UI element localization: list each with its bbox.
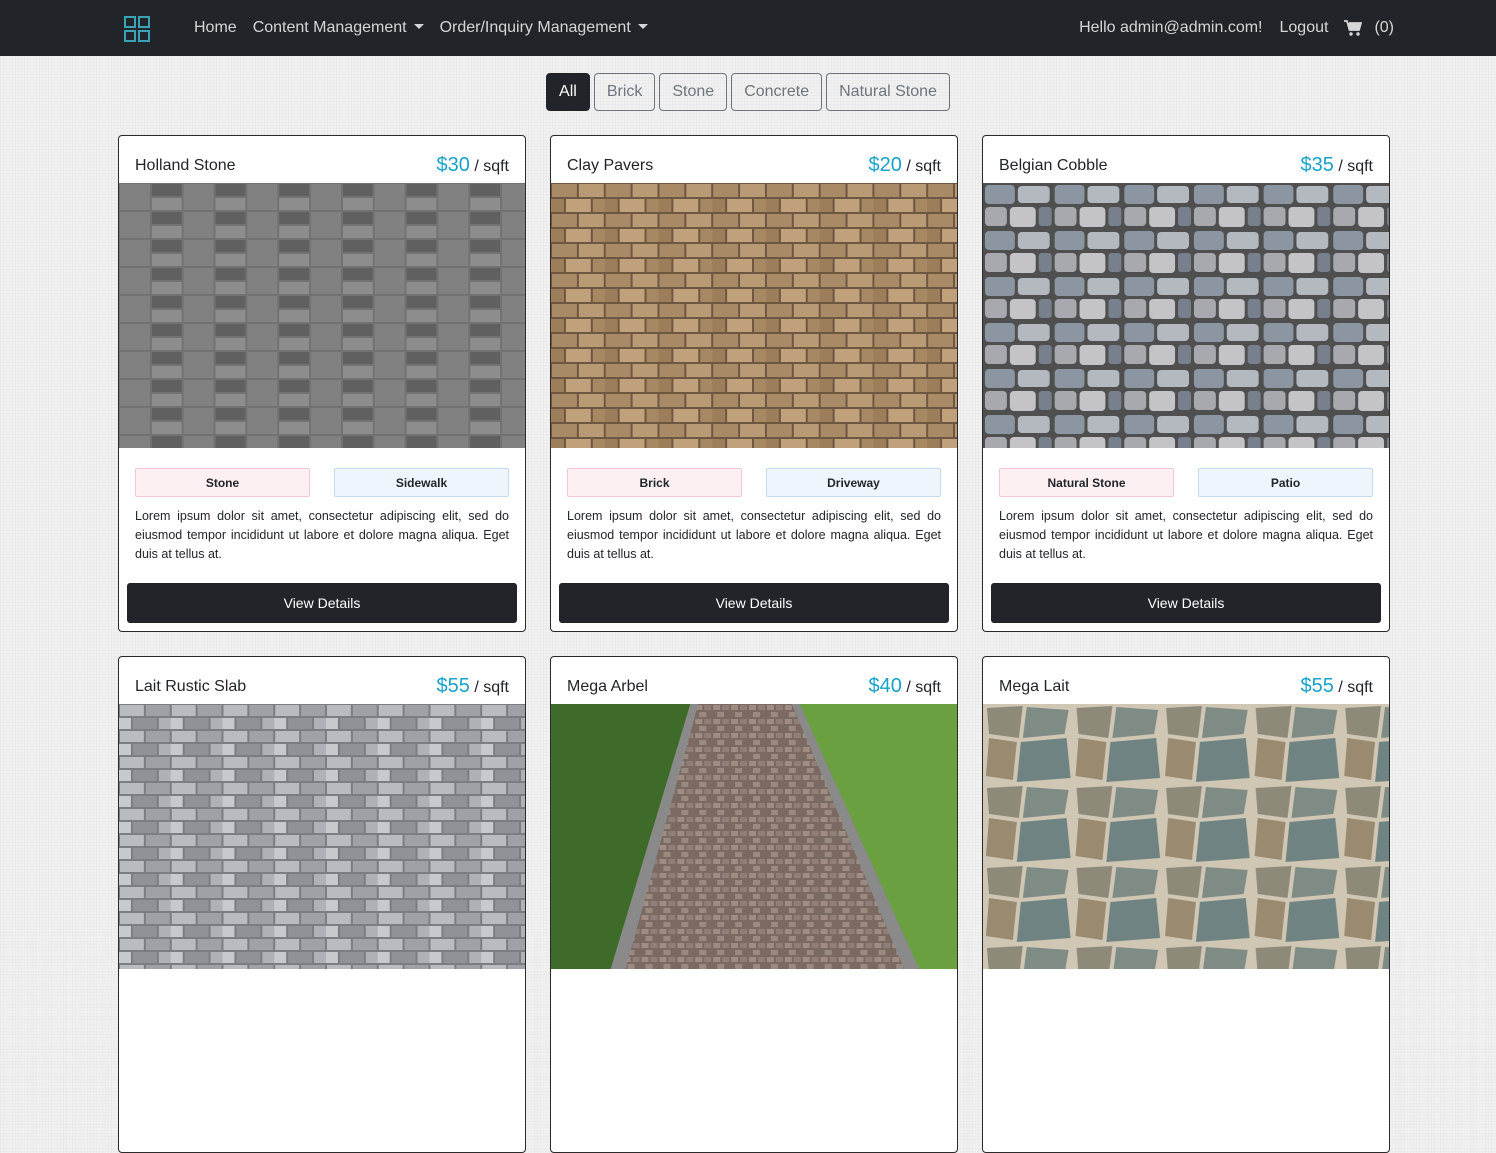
product-card: Clay Pavers $20 / sqft Brick Driveway Lo…: [550, 135, 958, 632]
product-tags: Brick Driveway: [551, 448, 957, 497]
card-header: Clay Pavers $20 / sqft: [551, 136, 957, 183]
logout-link[interactable]: Logout: [1280, 19, 1329, 37]
top-navbar: Home Content Management Order/Inquiry Ma…: [0, 0, 1496, 56]
product-image[interactable]: [551, 704, 957, 969]
product-price: $55 / sqft: [437, 675, 510, 698]
product-name: Belgian Cobble: [999, 157, 1108, 174]
chevron-down-icon: [637, 24, 648, 29]
nav-content-management-dropdown[interactable]: Content Management: [245, 19, 432, 37]
price-amount: $40: [868, 675, 902, 697]
product-card: Belgian Cobble $35 / sqft Natural Stone …: [982, 135, 1390, 632]
price-unit: / sqft: [901, 679, 941, 696]
product-name: Clay Pavers: [567, 157, 654, 174]
chevron-down-icon: [413, 24, 424, 29]
product-price: $30 / sqft: [437, 154, 510, 177]
price-amount: $55: [436, 675, 470, 697]
product-tags: Natural Stone Patio: [983, 448, 1389, 497]
product-image[interactable]: [119, 183, 525, 448]
product-price: $40 / sqft: [869, 675, 942, 698]
product-name: Mega Lait: [999, 678, 1070, 695]
filter-all-button[interactable]: All: [546, 73, 590, 111]
card-header: Mega Lait $55 / sqft: [983, 657, 1389, 704]
card-header: Mega Arbel $40 / sqft: [551, 657, 957, 704]
product-card: Mega Arbel $40 / sqft: [550, 656, 958, 1153]
price-unit: / sqft: [1333, 679, 1373, 696]
filter-stone-button[interactable]: Stone: [659, 73, 728, 111]
product-description: Lorem ipsum dolor sit amet, consectetur …: [135, 509, 509, 561]
product-name: Lait Rustic Slab: [135, 678, 247, 695]
product-description: Lorem ipsum dolor sit amet, consectetur …: [567, 509, 941, 561]
price-unit: / sqft: [469, 679, 509, 696]
price-amount: $35: [1300, 154, 1334, 176]
price-amount: $20: [868, 154, 902, 176]
price-unit: / sqft: [1333, 158, 1373, 175]
filter-brick-button[interactable]: Brick: [593, 73, 656, 111]
greeting-text: Hello admin@admin.com!: [1079, 19, 1263, 36]
product-image[interactable]: [983, 704, 1389, 969]
product-image[interactable]: [119, 704, 525, 969]
price-unit: / sqft: [469, 158, 509, 175]
product-image[interactable]: [551, 183, 957, 448]
product-name: Mega Arbel: [567, 678, 648, 695]
use-badge: Driveway: [766, 468, 941, 497]
card-header: Lait Rustic Slab $55 / sqft: [119, 657, 525, 704]
nav-order-management-label: Order/Inquiry Management: [439, 19, 631, 36]
product-name: Holland Stone: [135, 157, 236, 174]
product-price: $20 / sqft: [869, 154, 942, 177]
card-header: Holland Stone $30 / sqft: [119, 136, 525, 183]
cart-count: (0): [1374, 19, 1394, 36]
card-header: Belgian Cobble $35 / sqft: [983, 136, 1389, 183]
product-card: Lait Rustic Slab $55 / sqft: [118, 656, 526, 1153]
product-image[interactable]: [983, 183, 1389, 448]
product-tags: Stone Sidewalk: [119, 448, 525, 497]
product-card: Mega Lait $55 / sqft: [982, 656, 1390, 1153]
cart-icon: [1344, 20, 1363, 36]
product-price: $55 / sqft: [1301, 675, 1374, 698]
category-filter-group: All Brick Stone Concrete Natural Stone: [0, 73, 1496, 111]
product-price: $35 / sqft: [1301, 154, 1374, 177]
use-badge: Sidewalk: [334, 468, 509, 497]
category-badge: Brick: [567, 468, 742, 497]
view-details-button[interactable]: View Details: [127, 583, 517, 623]
nav-order-management-dropdown[interactable]: Order/Inquiry Management: [432, 19, 656, 37]
price-unit: / sqft: [901, 158, 941, 175]
filter-concrete-button[interactable]: Concrete: [731, 73, 823, 111]
grid-icon[interactable]: [124, 16, 150, 42]
product-card: Holland Stone $30 / sqft Stone Sidewalk …: [118, 135, 526, 632]
filter-natural-stone-button[interactable]: Natural Stone: [826, 73, 950, 111]
category-badge: Natural Stone: [999, 468, 1174, 497]
price-amount: $30: [436, 154, 470, 176]
price-amount: $55: [1300, 675, 1334, 697]
cart-link[interactable]: (0): [1344, 19, 1394, 37]
use-badge: Patio: [1198, 468, 1373, 497]
view-details-button[interactable]: View Details: [991, 583, 1381, 623]
view-details-button[interactable]: View Details: [559, 583, 949, 623]
product-description: Lorem ipsum dolor sit amet, consectetur …: [999, 509, 1373, 561]
category-badge: Stone: [135, 468, 310, 497]
nav-home-link[interactable]: Home: [186, 19, 245, 37]
nav-content-management-label: Content Management: [252, 19, 407, 36]
